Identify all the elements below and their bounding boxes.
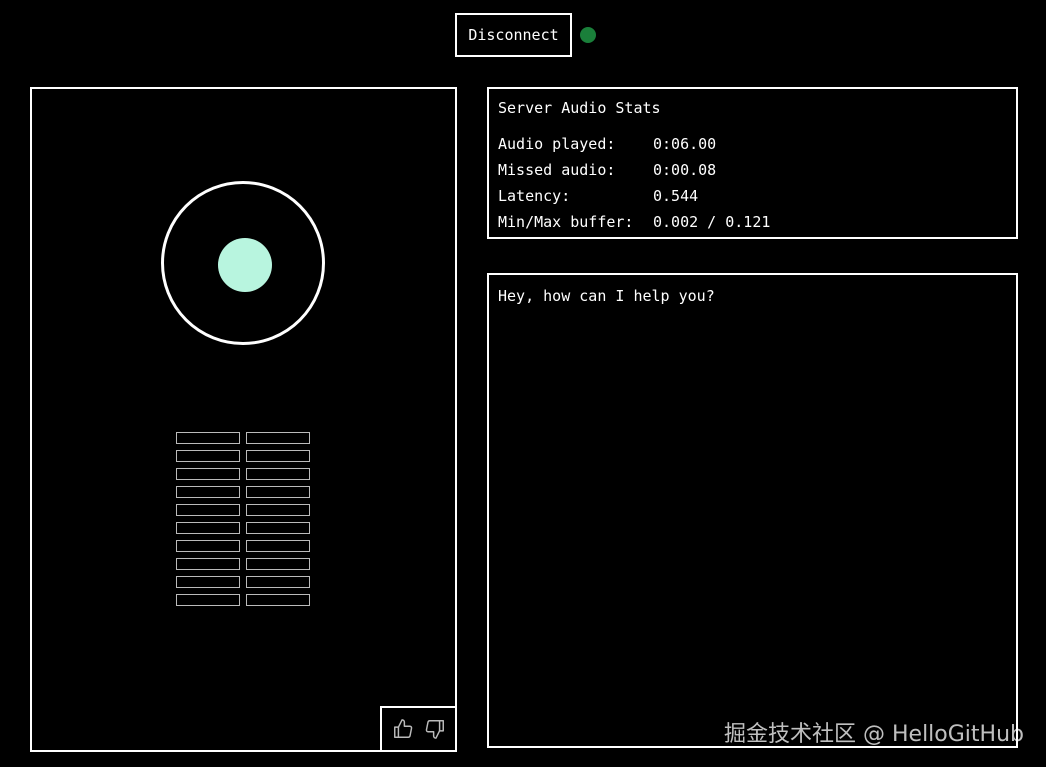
audio-level-bar	[176, 522, 240, 534]
stat-value: 0:00.08	[653, 161, 717, 179]
stat-row: Min/Max buffer: 0.002 / 0.121	[498, 209, 1007, 235]
assistant-message: Hey, how can I help you?	[498, 287, 715, 305]
thumbs-up-icon[interactable]	[392, 718, 414, 740]
voice-activity-ring	[161, 181, 325, 345]
disconnect-button[interactable]: Disconnect	[455, 13, 572, 57]
audio-level-bar	[246, 450, 310, 462]
stats-title: Server Audio Stats	[498, 99, 661, 117]
stat-value: 0:06.00	[653, 135, 717, 153]
stat-value: 0.544	[653, 187, 699, 205]
stat-label: Min/Max buffer:	[498, 213, 634, 231]
server-audio-stats-panel: Server Audio Stats Audio played: 0:06.00 …	[487, 87, 1018, 239]
thumbs-down-icon[interactable]	[424, 718, 446, 740]
audio-level-bar	[176, 486, 240, 498]
stat-label: Latency:	[498, 187, 571, 205]
audio-level-bar	[176, 432, 240, 444]
feedback-controls	[380, 706, 455, 750]
voice-activity-core	[218, 238, 272, 292]
audio-level-bar	[246, 522, 310, 534]
audio-level-bar	[176, 450, 240, 462]
stat-row: Missed audio: 0:00.08	[498, 157, 1007, 183]
stat-row: Audio played: 0:06.00	[498, 131, 1007, 157]
connection-status-indicator	[580, 27, 596, 43]
stat-label: Missed audio:	[498, 161, 616, 179]
watermark: 掘金技术社区 @ HelloGitHub	[724, 722, 1024, 747]
audio-level-bar	[246, 576, 310, 588]
stat-value: 0.002 / 0.121	[653, 213, 771, 231]
audio-level-bar	[176, 576, 240, 588]
audio-level-bar	[176, 558, 240, 570]
stat-row: Latency: 0.544	[498, 183, 1007, 209]
audio-level-bar	[176, 504, 240, 516]
audio-level-bar	[246, 432, 310, 444]
audio-level-bar	[176, 468, 240, 480]
chat-transcript-panel: Hey, how can I help you?	[487, 273, 1018, 748]
audio-level-meters	[176, 432, 312, 606]
audio-level-bar	[246, 486, 310, 498]
audio-level-bar	[246, 558, 310, 570]
audio-level-bar	[176, 594, 240, 606]
audio-level-bar	[246, 540, 310, 552]
audio-level-bar	[176, 540, 240, 552]
audio-level-bar	[246, 594, 310, 606]
stat-label: Audio played:	[498, 135, 616, 153]
audio-level-bar	[246, 504, 310, 516]
audio-level-bar	[246, 468, 310, 480]
audio-visualizer-panel	[30, 87, 457, 752]
